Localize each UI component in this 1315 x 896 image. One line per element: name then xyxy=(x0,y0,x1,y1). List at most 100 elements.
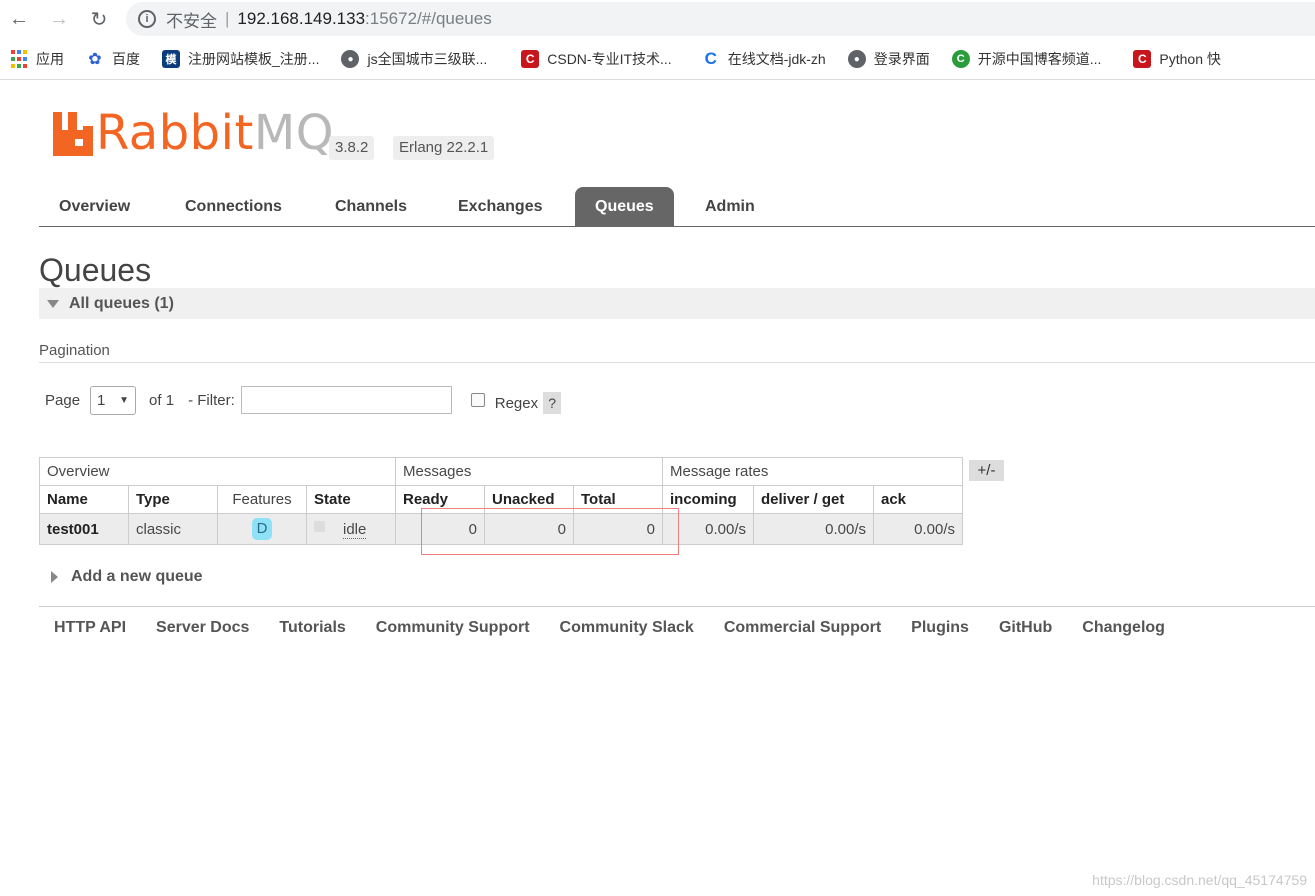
tab-channels[interactable]: Channels xyxy=(315,187,427,227)
tab-queues[interactable]: Queues xyxy=(575,187,674,227)
highlight-annotation-box xyxy=(421,508,679,555)
rabbitmq-logo[interactable]: RabbitMQ TM xyxy=(53,105,348,161)
add-queue-label: Add a new queue xyxy=(71,568,203,585)
col-features[interactable]: Features xyxy=(217,485,307,514)
tab-exchanges[interactable]: Exchanges xyxy=(438,187,562,227)
queue-type: classic xyxy=(128,513,218,545)
regex-label: Regex xyxy=(494,394,539,412)
col-name[interactable]: Name xyxy=(39,485,129,514)
rabbit-logo-icon xyxy=(53,112,93,156)
triangle-right-icon xyxy=(51,571,58,583)
group-overview: Overview xyxy=(39,457,396,486)
baidu-paw-icon: ✿ xyxy=(88,51,102,68)
filter-input[interactable] xyxy=(240,386,452,414)
csdn-icon: C xyxy=(521,50,540,68)
footer-link-community-support[interactable]: Community Support xyxy=(376,619,530,637)
footer-link-server-docs[interactable]: Server Docs xyxy=(156,619,249,637)
bookmark-label: 在线文档-jdk-zh xyxy=(727,51,826,67)
page-select-value: 1 xyxy=(97,391,106,409)
chevron-down-icon: ▼ xyxy=(119,394,130,406)
globe-icon: ● xyxy=(847,50,866,68)
main-tabs: Overview Connections Channels Exchanges … xyxy=(39,187,1315,227)
col-deliver-get[interactable]: deliver / get xyxy=(753,485,874,514)
page-title: Queues xyxy=(39,252,152,288)
page-label: Page xyxy=(45,391,81,409)
back-arrow-icon[interactable]: ← xyxy=(6,6,32,32)
tab-admin[interactable]: Admin xyxy=(685,187,775,227)
triangle-down-icon xyxy=(47,299,59,308)
apps-grid-icon xyxy=(10,50,28,68)
bookmark-apps[interactable]: 应用 xyxy=(10,49,64,69)
filter-label: - Filter: xyxy=(188,391,235,409)
pagination-label: Pagination xyxy=(39,342,110,359)
url-host: 192.168.149.133 xyxy=(237,9,366,28)
col-state[interactable]: State xyxy=(306,485,396,514)
forward-arrow-icon[interactable]: → xyxy=(46,6,72,32)
bookmark-label: js全国城市三级联... xyxy=(367,51,488,67)
tab-overview[interactable]: Overview xyxy=(39,187,150,227)
info-icon[interactable]: i xyxy=(138,10,156,28)
csdn-icon: C xyxy=(1133,50,1152,68)
footer-link-commercial-support[interactable]: Commercial Support xyxy=(724,619,881,637)
url-separator: | xyxy=(225,9,230,28)
globe-icon: ● xyxy=(341,50,360,68)
footer-link-plugins[interactable]: Plugins xyxy=(911,619,969,637)
bookmark-oschina[interactable]: C 开源中国博客频道... xyxy=(951,49,1101,69)
column-toggle-button[interactable]: +/- xyxy=(969,460,1004,481)
regex-checkbox[interactable] xyxy=(470,393,485,407)
help-button[interactable]: ? xyxy=(543,392,562,414)
erlang-version-badge: Erlang 22.2.1 xyxy=(393,136,495,160)
footer-link-github[interactable]: GitHub xyxy=(999,619,1052,637)
rabbitmq-version-badge: 3.8.2 xyxy=(329,136,375,160)
footer-link-community-slack[interactable]: Community Slack xyxy=(560,619,694,637)
group-message-rates: Message rates xyxy=(662,457,963,486)
divider xyxy=(39,606,1315,607)
bookmark-label: Python 快 xyxy=(1159,51,1221,67)
footer-link-changelog[interactable]: Changelog xyxy=(1082,619,1165,637)
state-label: idle xyxy=(343,520,367,539)
group-messages: Messages xyxy=(395,457,663,486)
oschina-icon: C xyxy=(951,50,970,68)
browser-chrome: ← → ↻ i 不安全 | 192.168.149.133:15672/#/qu… xyxy=(0,0,1315,80)
bookmark-label: 应用 xyxy=(36,51,64,67)
bookmark-login[interactable]: ● 登录界面 xyxy=(847,49,930,69)
queue-state: idle xyxy=(306,513,396,545)
footer-link-tutorials[interactable]: Tutorials xyxy=(279,619,345,637)
address-bar[interactable]: i 不安全 | 192.168.149.133:15672/#/queues xyxy=(126,2,1315,36)
reload-icon[interactable]: ↻ xyxy=(86,6,112,32)
page-select[interactable]: 1 ▼ xyxy=(90,385,137,415)
col-type[interactable]: Type xyxy=(128,485,218,514)
bookmarks-bar: 应用 ✿ 百度 模 注册网站模板_注册... ● js全国城市三级联... C … xyxy=(0,44,1315,74)
footer-links: HTTP API Server Docs Tutorials Community… xyxy=(54,619,1195,637)
url-path: :15672/#/queues xyxy=(365,9,492,28)
bookmark-csdn[interactable]: C CSDN-专业IT技术... xyxy=(521,49,672,69)
bookmark-python[interactable]: C Python 快 xyxy=(1133,49,1221,69)
mo-icon: 模 xyxy=(162,50,180,68)
watermark-text: https://blog.csdn.net/qq_45174759 xyxy=(1092,872,1307,888)
bookmark-templates[interactable]: 模 注册网站模板_注册... xyxy=(162,49,319,69)
c-blue-icon: C xyxy=(704,49,717,68)
bookmark-label: 注册网站模板_注册... xyxy=(188,51,320,67)
ack-rate: 0.00/s xyxy=(873,513,963,545)
state-indicator-icon xyxy=(314,520,325,532)
all-queues-section-toggle[interactable]: All queues (1) xyxy=(39,288,1315,319)
bookmark-baidu[interactable]: ✿ 百度 xyxy=(86,49,140,69)
add-queue-toggle[interactable]: Add a new queue xyxy=(51,568,203,586)
bookmark-js-cities[interactable]: ● js全国城市三级联... xyxy=(341,49,487,69)
divider xyxy=(39,362,1315,363)
durable-badge: D xyxy=(252,518,272,540)
queue-features: D xyxy=(217,513,307,545)
deliver-get-rate: 0.00/s xyxy=(753,513,874,545)
tab-connections[interactable]: Connections xyxy=(165,187,302,227)
logo-text: RabbitMQ xyxy=(96,105,335,161)
bookmark-label: CSDN-专业IT技术... xyxy=(547,51,672,67)
section-title: All queues (1) xyxy=(69,294,174,312)
security-label: 不安全 xyxy=(166,11,217,31)
page-count-label: of 1 xyxy=(149,391,175,409)
footer-link-http-api[interactable]: HTTP API xyxy=(54,619,126,637)
bookmark-label: 登录界面 xyxy=(873,51,930,67)
queue-name-link[interactable]: test001 xyxy=(39,513,129,545)
bookmark-jdk-docs[interactable]: C 在线文档-jdk-zh xyxy=(702,49,826,69)
bookmark-label: 百度 xyxy=(112,51,140,67)
col-ack[interactable]: ack xyxy=(873,485,963,514)
